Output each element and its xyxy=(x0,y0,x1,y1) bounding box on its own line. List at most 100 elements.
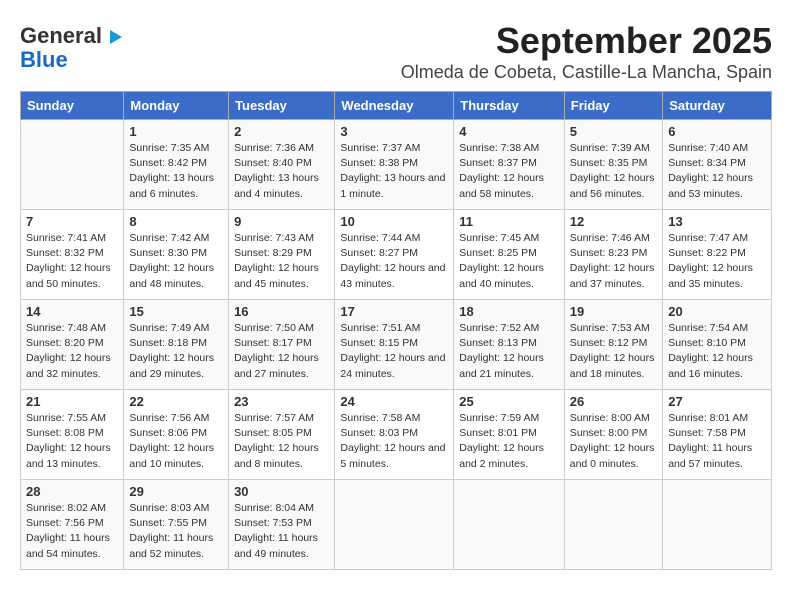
calendar-cell: 22 Sunrise: 7:56 AMSunset: 8:06 PMDayligh… xyxy=(124,390,229,480)
column-header-wednesday: Wednesday xyxy=(335,92,454,120)
calendar-cell: 14 Sunrise: 7:48 AMSunset: 8:20 PMDayligh… xyxy=(21,300,124,390)
cell-details: Sunrise: 7:36 AMSunset: 8:40 PMDaylight:… xyxy=(234,141,329,202)
day-number: 19 xyxy=(570,304,657,319)
calendar-cell: 11 Sunrise: 7:45 AMSunset: 8:25 PMDayligh… xyxy=(454,210,565,300)
page-header: September 2025 Olmeda de Cobeta, Castill… xyxy=(20,20,772,83)
cell-details: Sunrise: 7:54 AMSunset: 8:10 PMDaylight:… xyxy=(668,321,766,382)
week-row-2: 7Sunrise: 7:41 AMSunset: 8:32 PMDaylight… xyxy=(21,210,772,300)
calendar-cell: 10 Sunrise: 7:44 AMSunset: 8:27 PMDayligh… xyxy=(335,210,454,300)
calendar-cell: 29 Sunrise: 8:03 AMSunset: 7:55 PMDayligh… xyxy=(124,480,229,570)
page-title: September 2025 xyxy=(20,20,772,62)
cell-details: Sunrise: 7:47 AMSunset: 8:22 PMDaylight:… xyxy=(668,231,766,292)
day-number: 27 xyxy=(668,394,766,409)
cell-details: Sunrise: 7:49 AMSunset: 8:18 PMDaylight:… xyxy=(129,321,223,382)
cell-details: Sunrise: 8:03 AMSunset: 7:55 PMDaylight:… xyxy=(129,501,223,562)
logo: General Blue xyxy=(20,24,122,72)
calendar-table: SundayMondayTuesdayWednesdayThursdayFrid… xyxy=(20,91,772,570)
calendar-cell: 2 Sunrise: 7:36 AMSunset: 8:40 PMDaylight… xyxy=(229,120,335,210)
day-number: 16 xyxy=(234,304,329,319)
day-number: 14 xyxy=(26,304,118,319)
cell-details: Sunrise: 7:44 AMSunset: 8:27 PMDaylight:… xyxy=(340,231,448,292)
cell-details: Sunrise: 8:00 AMSunset: 8:00 PMDaylight:… xyxy=(570,411,657,472)
day-number: 17 xyxy=(340,304,448,319)
calendar-cell: 27 Sunrise: 8:01 AMSunset: 7:58 PMDayligh… xyxy=(663,390,772,480)
calendar-cell: 8 Sunrise: 7:42 AMSunset: 8:30 PMDaylight… xyxy=(124,210,229,300)
cell-details: Sunrise: 8:04 AMSunset: 7:53 PMDaylight:… xyxy=(234,501,329,562)
column-header-thursday: Thursday xyxy=(454,92,565,120)
day-number: 11 xyxy=(459,214,559,229)
cell-details: Sunrise: 7:42 AMSunset: 8:30 PMDaylight:… xyxy=(129,231,223,292)
day-number: 28 xyxy=(26,484,118,499)
day-number: 4 xyxy=(459,124,559,139)
calendar-cell: 1Sunrise: 7:35 AMSunset: 8:42 PMDaylight… xyxy=(124,120,229,210)
cell-details: Sunrise: 7:48 AMSunset: 8:20 PMDaylight:… xyxy=(26,321,118,382)
calendar-cell: 12Sunrise: 7:46 AMSunset: 8:23 PMDayligh… xyxy=(564,210,662,300)
calendar-cell: 5 Sunrise: 7:39 AMSunset: 8:35 PMDaylight… xyxy=(564,120,662,210)
day-number: 21 xyxy=(26,394,118,409)
day-number: 5 xyxy=(570,124,657,139)
day-number: 30 xyxy=(234,484,329,499)
cell-details: Sunrise: 7:56 AMSunset: 8:06 PMDaylight:… xyxy=(129,411,223,472)
cell-details: Sunrise: 7:40 AMSunset: 8:34 PMDaylight:… xyxy=(668,141,766,202)
day-number: 24 xyxy=(340,394,448,409)
column-header-sunday: Sunday xyxy=(21,92,124,120)
cell-details: Sunrise: 7:41 AMSunset: 8:32 PMDaylight:… xyxy=(26,231,118,292)
calendar-cell: 9 Sunrise: 7:43 AMSunset: 8:29 PMDaylight… xyxy=(229,210,335,300)
calendar-cell: 23 Sunrise: 7:57 AMSunset: 8:05 PMDayligh… xyxy=(229,390,335,480)
calendar-cell xyxy=(21,120,124,210)
day-number: 23 xyxy=(234,394,329,409)
cell-details: Sunrise: 7:50 AMSunset: 8:17 PMDaylight:… xyxy=(234,321,329,382)
day-number: 1 xyxy=(129,124,223,139)
cell-details: Sunrise: 7:57 AMSunset: 8:05 PMDaylight:… xyxy=(234,411,329,472)
day-number: 20 xyxy=(668,304,766,319)
cell-details: Sunrise: 7:43 AMSunset: 8:29 PMDaylight:… xyxy=(234,231,329,292)
column-header-saturday: Saturday xyxy=(663,92,772,120)
cell-details: Sunrise: 8:02 AMSunset: 7:56 PMDaylight:… xyxy=(26,501,118,562)
day-number: 3 xyxy=(340,124,448,139)
calendar-cell: 21 Sunrise: 7:55 AMSunset: 8:08 PMDayligh… xyxy=(21,390,124,480)
calendar-cell: 4 Sunrise: 7:38 AMSunset: 8:37 PMDaylight… xyxy=(454,120,565,210)
day-number: 10 xyxy=(340,214,448,229)
week-row-4: 21 Sunrise: 7:55 AMSunset: 8:08 PMDayligh… xyxy=(21,390,772,480)
day-number: 15 xyxy=(129,304,223,319)
page-subtitle: Olmeda de Cobeta, Castille-La Mancha, Sp… xyxy=(20,62,772,83)
calendar-cell: 3Sunrise: 7:37 AMSunset: 8:38 PMDaylight… xyxy=(335,120,454,210)
cell-details: Sunrise: 8:01 AMSunset: 7:58 PMDaylight:… xyxy=(668,411,766,472)
calendar-cell: 30 Sunrise: 8:04 AMSunset: 7:53 PMDayligh… xyxy=(229,480,335,570)
day-number: 29 xyxy=(129,484,223,499)
cell-details: Sunrise: 7:55 AMSunset: 8:08 PMDaylight:… xyxy=(26,411,118,472)
cell-details: Sunrise: 7:39 AMSunset: 8:35 PMDaylight:… xyxy=(570,141,657,202)
calendar-cell: 25 Sunrise: 7:59 AMSunset: 8:01 PMDayligh… xyxy=(454,390,565,480)
calendar-cell: 28 Sunrise: 8:02 AMSunset: 7:56 PMDayligh… xyxy=(21,480,124,570)
calendar-cell xyxy=(335,480,454,570)
week-row-1: 1Sunrise: 7:35 AMSunset: 8:42 PMDaylight… xyxy=(21,120,772,210)
calendar-cell: 19 Sunrise: 7:53 AMSunset: 8:12 PMDayligh… xyxy=(564,300,662,390)
column-header-monday: Monday xyxy=(124,92,229,120)
calendar-cell: 13 Sunrise: 7:47 AMSunset: 8:22 PMDayligh… xyxy=(663,210,772,300)
day-number: 12 xyxy=(570,214,657,229)
logo-blue: Blue xyxy=(20,48,68,72)
day-number: 8 xyxy=(129,214,223,229)
day-number: 25 xyxy=(459,394,559,409)
calendar-cell: 16 Sunrise: 7:50 AMSunset: 8:17 PMDayligh… xyxy=(229,300,335,390)
calendar-cell: 17Sunrise: 7:51 AMSunset: 8:15 PMDayligh… xyxy=(335,300,454,390)
calendar-cell: 15 Sunrise: 7:49 AMSunset: 8:18 PMDayligh… xyxy=(124,300,229,390)
column-header-tuesday: Tuesday xyxy=(229,92,335,120)
day-number: 13 xyxy=(668,214,766,229)
day-number: 18 xyxy=(459,304,559,319)
day-number: 2 xyxy=(234,124,329,139)
column-header-friday: Friday xyxy=(564,92,662,120)
calendar-cell xyxy=(454,480,565,570)
cell-details: Sunrise: 7:59 AMSunset: 8:01 PMDaylight:… xyxy=(459,411,559,472)
cell-details: Sunrise: 7:38 AMSunset: 8:37 PMDaylight:… xyxy=(459,141,559,202)
cell-details: Sunrise: 7:53 AMSunset: 8:12 PMDaylight:… xyxy=(570,321,657,382)
calendar-cell: 26Sunrise: 8:00 AMSunset: 8:00 PMDayligh… xyxy=(564,390,662,480)
logo-general: General xyxy=(20,23,102,48)
cell-details: Sunrise: 7:45 AMSunset: 8:25 PMDaylight:… xyxy=(459,231,559,292)
day-number: 9 xyxy=(234,214,329,229)
calendar-cell: 18Sunrise: 7:52 AMSunset: 8:13 PMDayligh… xyxy=(454,300,565,390)
calendar-cell xyxy=(663,480,772,570)
calendar-cell: 20 Sunrise: 7:54 AMSunset: 8:10 PMDayligh… xyxy=(663,300,772,390)
calendar-cell: 24Sunrise: 7:58 AMSunset: 8:03 PMDayligh… xyxy=(335,390,454,480)
day-number: 22 xyxy=(129,394,223,409)
